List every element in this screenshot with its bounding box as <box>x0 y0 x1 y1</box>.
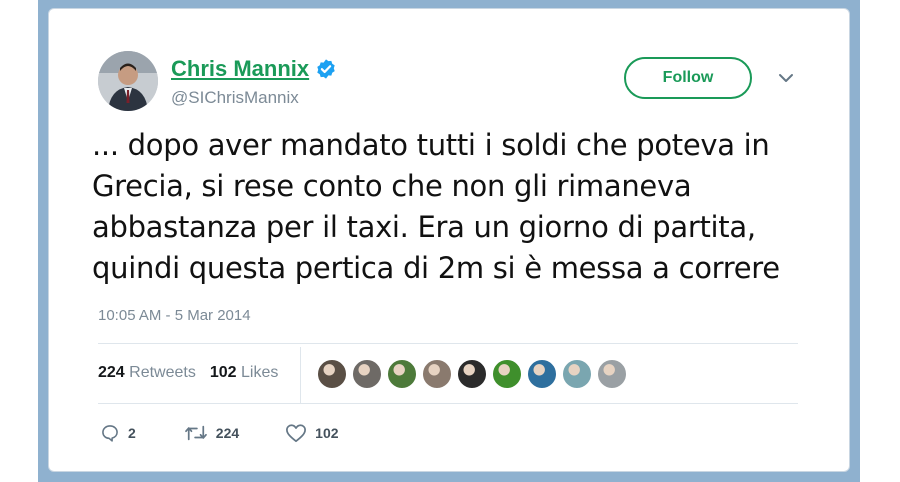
divider <box>98 343 798 344</box>
liker-avatar[interactable] <box>317 359 347 389</box>
avatar-photo <box>98 51 158 111</box>
author-name[interactable]: Chris Mannix <box>171 56 309 82</box>
retweet-count: 224 <box>215 425 240 441</box>
tweet-actions: 2 224 102 <box>100 423 379 443</box>
heart-icon <box>286 424 307 443</box>
liker-avatar[interactable] <box>527 359 557 389</box>
author-row: Chris Mannix <box>171 56 337 82</box>
liker-avatar[interactable] <box>422 359 452 389</box>
liker-avatars <box>317 359 632 389</box>
like-count: 102 <box>315 425 339 441</box>
likes-stat-count: 102 <box>209 364 237 381</box>
tweet-text-line: abbastanza per il taxi. Era un giorno di… <box>92 210 756 244</box>
liker-avatar[interactable] <box>387 359 417 389</box>
tweet-text-line: Grecia, si rese conto che non gli rimane… <box>92 169 692 203</box>
reply-count: 2 <box>128 425 136 441</box>
divider <box>98 403 798 404</box>
likes-stat[interactable]: 102 Likes <box>210 364 279 382</box>
tweet-text-line: quindi questa pertica di 2m si è messa a… <box>92 251 780 285</box>
liker-avatar[interactable] <box>562 359 592 389</box>
follow-button[interactable]: Follow <box>624 57 752 99</box>
likes-stat-label: Likes <box>241 364 279 381</box>
like-button[interactable]: 102 <box>285 423 339 443</box>
tweet-card: Chris Mannix @SIChrisMannix Follow ... d… <box>48 8 850 472</box>
tweet-text: ... dopo aver mandato tutti i soldi che … <box>92 125 832 289</box>
retweets-stat[interactable]: 224 Retweets <box>98 364 196 382</box>
reply-button[interactable]: 2 <box>100 423 136 443</box>
reply-icon <box>102 425 118 442</box>
stats-separator <box>300 347 301 403</box>
retweet-button[interactable]: 224 <box>184 423 239 443</box>
tweet-stats: 224 Retweets 102 Likes <box>98 364 278 382</box>
tweet-timestamp[interactable]: 10:05 AM - 5 Mar 2014 <box>98 307 251 324</box>
liker-avatar[interactable] <box>597 359 627 389</box>
liker-avatar[interactable] <box>457 359 487 389</box>
liker-avatar[interactable] <box>352 359 382 389</box>
retweets-stat-label: Retweets <box>129 364 196 381</box>
author-handle[interactable]: @SIChrisMannix <box>171 88 299 108</box>
avatar[interactable] <box>98 51 158 111</box>
retweet-icon <box>184 425 207 441</box>
liker-avatar[interactable] <box>492 359 522 389</box>
tweet-text-line: ... dopo aver mandato tutti i soldi che … <box>92 128 770 162</box>
retweets-stat-count: 224 <box>98 364 125 381</box>
chevron-down-icon[interactable] <box>777 71 795 85</box>
verified-badge-icon <box>317 59 335 79</box>
